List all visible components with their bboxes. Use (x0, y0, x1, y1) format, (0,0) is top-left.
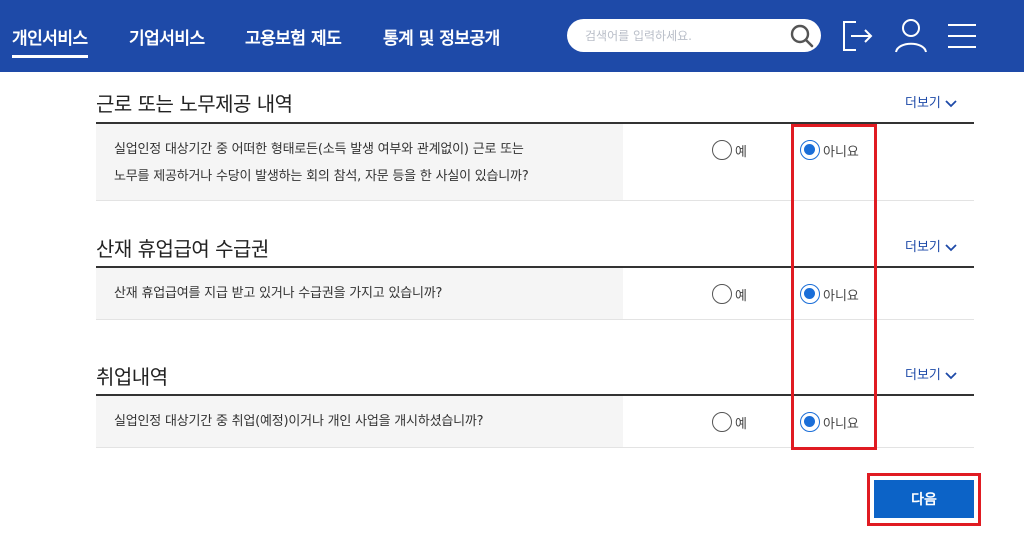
question-cell: 산재 휴업급여를 지급 받고 있거나 수급권을 가지고 있습니까? (96, 268, 623, 319)
radio-button[interactable] (712, 284, 732, 304)
more-label: 더보기 (905, 368, 941, 383)
more-label: 더보기 (905, 96, 941, 111)
radio-no-industrial-accident[interactable]: 아니요 (800, 284, 859, 304)
question-row-employment: 실업인정 대상기간 중 취업(예정)이거나 개인 사업을 개시하셨습니까? 예 … (96, 396, 974, 448)
more-button-industrial-accident[interactable]: 더보기 (905, 236, 957, 255)
radio-button-selected[interactable] (800, 412, 820, 432)
chevron-down-icon (945, 371, 957, 379)
question-line: 노무를 제공하거나 수당이 발생하는 회의 참석, 자문 등을 한 사실이 있습… (114, 169, 529, 184)
radio-yes-work-history[interactable]: 예 (712, 140, 747, 160)
nav-employment-insurance[interactable]: 고용보험 제도 (245, 24, 342, 49)
search-box (567, 19, 821, 52)
nav-personal-services[interactable]: 개인서비스 (12, 24, 88, 58)
question-line: 실업인정 대상기간 중 취업(예정)이거나 개인 사업을 개시하셨습니까? (114, 414, 484, 429)
radio-button-selected[interactable] (800, 284, 820, 304)
nav-business-services[interactable]: 기업서비스 (129, 24, 205, 49)
search-icon[interactable] (789, 23, 815, 49)
question-text: 산재 휴업급여를 지급 받고 있거나 수급권을 가지고 있습니까? (114, 280, 442, 307)
radio-label: 예 (735, 288, 747, 304)
more-button-work-history[interactable]: 더보기 (905, 92, 957, 111)
section-title-work-history: 근로 또는 노무제공 내역 (96, 92, 293, 116)
user-icon[interactable] (893, 16, 929, 56)
question-text: 실업인정 대상기간 중 어떠한 형태로든(소득 발생 여부와 관계없이) 근로 … (114, 136, 529, 190)
radio-no-employment[interactable]: 아니요 (800, 412, 859, 432)
radio-yes-industrial-accident[interactable]: 예 (712, 284, 747, 304)
radio-button[interactable] (712, 140, 732, 160)
logout-icon[interactable] (840, 16, 876, 56)
more-label: 더보기 (905, 240, 941, 255)
menu-icon[interactable] (944, 16, 980, 56)
nav-statistics[interactable]: 통계 및 정보공개 (383, 24, 500, 49)
radio-label: 예 (735, 144, 747, 160)
radio-button-selected[interactable] (800, 140, 820, 160)
radio-button[interactable] (712, 412, 732, 432)
radio-label: 아니요 (823, 288, 859, 304)
radio-label: 예 (735, 416, 747, 432)
question-cell: 실업인정 대상기간 중 어떠한 형태로든(소득 발생 여부와 관계없이) 근로 … (96, 124, 623, 200)
section-title-industrial-accident: 산재 휴업급여 수급권 (96, 237, 269, 261)
question-line: 산재 휴업급여를 지급 받고 있거나 수급권을 가지고 있습니까? (114, 286, 443, 301)
chevron-down-icon (945, 243, 957, 251)
question-text: 실업인정 대상기간 중 취업(예정)이거나 개인 사업을 개시하셨습니까? (114, 408, 484, 435)
radio-label: 아니요 (823, 416, 859, 432)
question-cell: 실업인정 대상기간 중 취업(예정)이거나 개인 사업을 개시하셨습니까? (96, 396, 623, 447)
question-line: 실업인정 대상기간 중 어떠한 형태로든(소득 발생 여부와 관계없이) 근로 … (114, 142, 524, 157)
next-button[interactable]: 다음 (874, 480, 974, 518)
radio-no-work-history[interactable]: 아니요 (800, 140, 859, 160)
question-row-industrial-accident: 산재 휴업급여를 지급 받고 있거나 수급권을 가지고 있습니까? 예 아니요 (96, 268, 974, 320)
search-input[interactable] (585, 19, 775, 52)
section-title-employment: 취업내역 (96, 365, 168, 389)
more-button-employment[interactable]: 더보기 (905, 364, 957, 383)
radio-label: 아니요 (823, 144, 859, 160)
radio-yes-employment[interactable]: 예 (712, 412, 747, 432)
top-navigation-bar: 개인서비스 기업서비스 고용보험 제도 통계 및 정보공개 (0, 0, 1024, 72)
chevron-down-icon (945, 99, 957, 107)
question-row-work-history: 실업인정 대상기간 중 어떠한 형태로든(소득 발생 여부와 관계없이) 근로 … (96, 124, 974, 201)
